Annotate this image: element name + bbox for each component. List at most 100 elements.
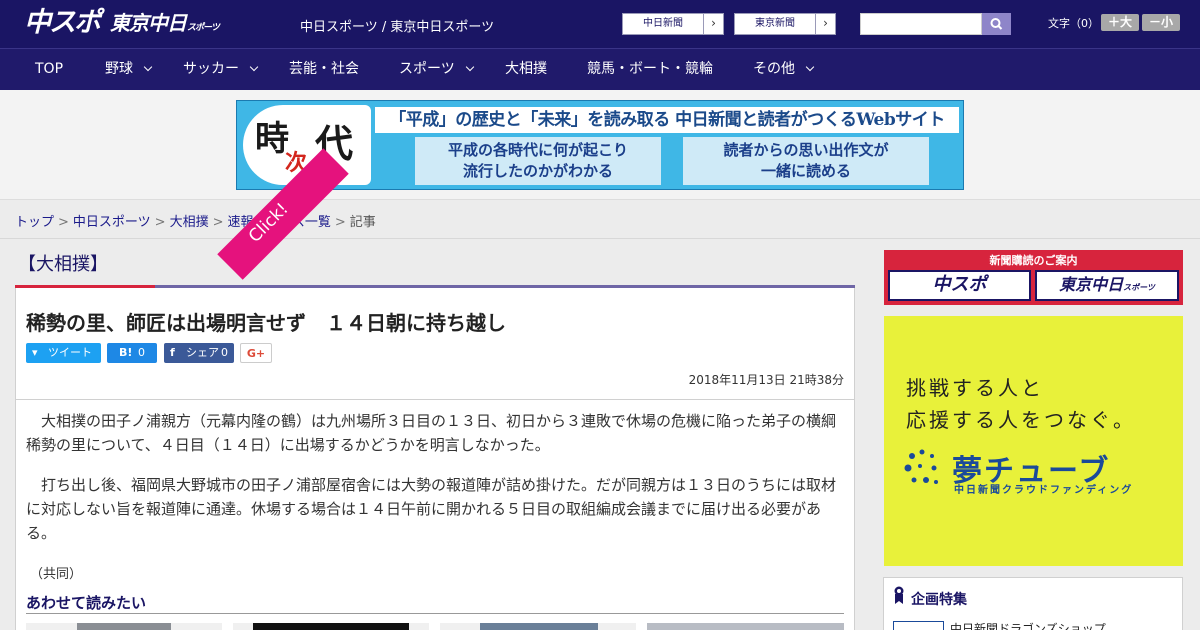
nav-item-sumo[interactable]: 大相撲 [505,49,547,91]
yume-dots-icon [904,449,938,484]
nav-item-sports[interactable]: スポーツ [399,49,474,91]
nav-label: TOP [35,61,64,77]
font-larger-button[interactable]: ＋大 [1101,14,1139,31]
nav-label: 競馬・ボート・競輪 [587,61,713,77]
site-header: 中スポ 東京中日スポーツ 中日スポーツ / 東京中日スポーツ 中日新聞 › 東京… [0,0,1200,48]
hatena-count: 0 [138,346,145,359]
related-article-card[interactable] [440,623,636,630]
tokyo-shimbun-button[interactable]: 東京新聞 › [734,13,836,35]
nav-item-top[interactable]: TOP [35,49,63,91]
google-plus-icon: G+ [246,347,266,360]
breadcrumb-separator: > [58,215,69,230]
chevron-down-icon [143,62,153,72]
article-title: 稀勢の里、師匠は出場明言せず １４日朝に持ち越し [26,311,506,335]
jidai-logo-char: 時 [255,119,289,159]
chevron-right-icon: › [815,14,835,34]
tokyo-chunichi-logo[interactable]: 東京中日スポーツ [110,6,220,40]
ribbon-icon [894,586,904,604]
nav-item-other[interactable]: その他 [753,49,815,91]
card-accent [155,285,855,288]
tokyo-logo-small: スポーツ [187,23,220,33]
chevron-down-icon [805,62,815,72]
breadcrumb-top[interactable]: トップ [15,215,54,230]
nav-label: 芸能・社会 [289,61,359,77]
breadcrumb-chuspo[interactable]: 中日スポーツ [73,215,151,230]
banner-area: 時 次 代 「平成」の歴史と「未来」を読み取る 中日新聞と読者がつくるWebサイ… [0,90,1200,200]
tweet-label: ツイート [48,346,92,359]
related-thumbnail [647,623,844,630]
font-smaller-button[interactable]: －小 [1142,14,1180,31]
related-articles-title: あわせて読みたい [26,594,147,612]
facebook-share-button[interactable]: f シェア 0 [164,343,234,363]
feature-item-thumbnail[interactable] [893,621,944,630]
banner-box-line: 読者からの思い出作文が [723,141,889,159]
search-button[interactable] [982,13,1011,35]
subscription-label: 新聞購読のご案内 [989,254,1078,267]
subscribe-tokyo-text: 東京中日 [1059,275,1124,294]
subscribe-tokyo-logo[interactable]: 東京中日スポーツ [1035,270,1179,301]
divider [26,613,844,614]
related-thumbnail [480,623,598,630]
feature-title: 企画特集 [911,592,967,608]
facebook-icon: f [170,346,175,359]
chevron-down-icon [249,62,259,72]
card-accent [15,285,155,288]
site-title: 中日スポーツ / 東京中日スポーツ [300,20,495,35]
chuspo-logo[interactable]: 中スポ [24,6,101,40]
feature-item-link[interactable]: 中日新聞ドラゴンズショップ [950,620,1106,630]
related-thumbnail [77,623,171,630]
article-date: 2018年11月13日 21時38分 [688,373,844,387]
nav-label: 野球 [105,61,133,77]
nav-item-keiba[interactable]: 競馬・ボート・競輪 [587,49,713,91]
subscribe-chuspo-logo[interactable]: 中スポ [888,270,1031,301]
breadcrumb-separator: > [212,215,224,230]
chunichi-shimbun-button[interactable]: 中日新聞 › [622,13,724,35]
facebook-share-label: シェア [186,346,219,359]
nav-label: スポーツ [399,61,455,77]
main-nav: TOP 野球 サッカー 芸能・社会 スポーツ 大相撲 競馬・ボート・競輪 その他 [0,48,1200,90]
hatena-bookmark-button[interactable]: B! 0 [107,343,157,363]
breadcrumb: トップ>中日スポーツ>大相撲>速報ニュース一覧>記事 [15,211,376,230]
article-paragraph: 大相撲の田子ノ浦親方（元幕内隆の鶴）は九州場所３日目の１３日、初日から３連敗で休… [26,412,837,454]
tokyo-button-label: 東京新聞 [755,18,795,29]
facebook-share-count: 0 [221,346,228,359]
related-article-card[interactable] [26,623,222,630]
chevron-down-icon [465,62,474,72]
banner-box-line: 平成の各時代に何が起こり [447,141,628,159]
yume-tagline: 挑戦する人と [906,376,1044,400]
article-source: （共同） [30,567,83,582]
article-paragraph: 打ち出し後、福岡県大野城市の田子ノ浦部屋宿舎には大勢の報道陣が詰め掛けた。だが同… [26,476,837,542]
google-plus-button[interactable]: G+ [240,343,272,363]
nav-item-soccer[interactable]: サッカー [183,49,259,91]
nav-item-baseball[interactable]: 野球 [105,49,153,91]
banner-box-essays: 読者からの思い出作文が 一緒に読める [683,137,929,185]
tokyo-logo-text: 東京中日 [110,11,187,35]
banner-box-line: 流行したのかがわかる [462,162,613,180]
nav-item-entertainment[interactable]: 芸能・社会 [289,49,359,91]
nav-label: その他 [753,61,795,77]
related-article-card[interactable] [233,623,429,630]
yume-subtitle: 中日新聞クラウドファンディング [954,485,1134,496]
yume-tagline: 応援する人をつなぐ。 [906,408,1136,432]
nav-label: サッカー [183,61,239,77]
tweet-button[interactable]: ▾ ツイート [26,343,101,363]
related-article-card[interactable] [647,623,844,630]
breadcrumb-separator: > [154,215,166,230]
search-input[interactable] [860,13,982,35]
chunichi-button-label: 中日新聞 [643,18,683,29]
subscription-banner[interactable]: 新聞購読のご案内 中スポ 東京中日スポーツ [884,250,1183,305]
banner-box-line: 一緒に読める [760,162,851,180]
hatena-icon: B! [119,346,133,359]
breadcrumb-sumo[interactable]: 大相撲 [170,215,209,230]
banner-headline: 「平成」の歴史と「未来」を読み取る 中日新聞と読者がつくるWebサイト [375,107,959,133]
chevron-right-icon: › [703,14,723,34]
yume-tube-ad[interactable]: 挑戦する人と 応援する人をつなぐ。 夢チューブ 中日新聞クラウドファンディング [884,316,1183,566]
banner-box-history: 平成の各時代に何が起こり 流行したのかがわかる [415,137,661,185]
subscribe-tokyo-small: スポーツ [1123,283,1155,292]
related-thumbnail [253,623,409,630]
breadcrumb-separator: > [334,215,346,230]
font-size-label: 文字（0） [1048,17,1099,30]
twitter-icon: ▾ [32,346,38,359]
nav-label: 大相撲 [505,61,547,77]
search-icon [990,18,1003,30]
